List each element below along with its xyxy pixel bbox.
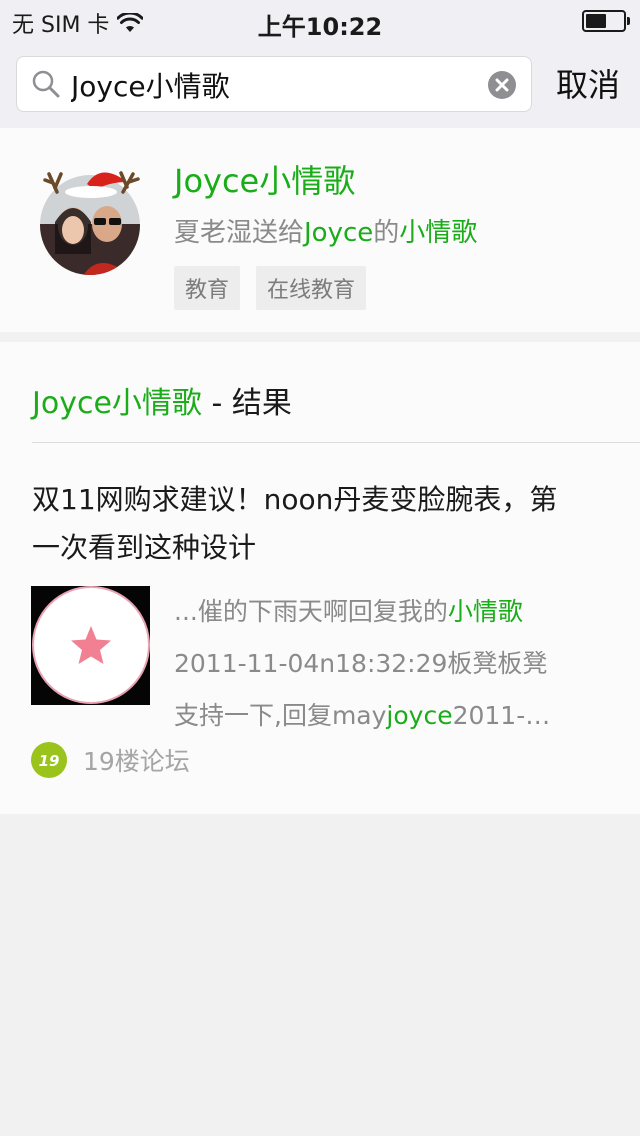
results-section: Joyce小情歌 - 结果 双11网购求建议！noon丹麦变脸腕表，第一次看到这… xyxy=(0,342,640,814)
article-title[interactable]: 双11网购求建议！noon丹麦变脸腕表，第一次看到这种设计 xyxy=(32,476,572,572)
forum-logo-text: 19 xyxy=(39,752,60,770)
search-icon xyxy=(32,70,60,98)
tag-online-education: 在线教育 xyxy=(256,266,367,310)
account-tags: 教育 在线教育 xyxy=(174,266,367,310)
article-snippet: ...催的下雨天啊回复我的小情歌 2011-11-04n18:32:29板凳板凳… xyxy=(174,586,604,742)
desc-highlight-1: Joyce xyxy=(304,218,374,248)
clear-icon[interactable] xyxy=(487,70,517,100)
article-thumbnail[interactable] xyxy=(31,586,150,705)
account-description: 夏老湿送给Joyce的小情歌 xyxy=(174,212,477,249)
snippet-line-1: ...催的下雨天啊回复我的小情歌 xyxy=(174,586,604,638)
status-bar: 无 SIM 卡 上午10:22 xyxy=(0,0,640,41)
search-box[interactable] xyxy=(16,56,532,112)
snippet-line-3-suffix: 2011-… xyxy=(452,701,551,730)
forum-logo-icon: 19 xyxy=(31,742,67,778)
results-keyword: Joyce小情歌 xyxy=(32,386,202,421)
cancel-button[interactable]: 取消 xyxy=(548,60,628,106)
battery-icon xyxy=(582,10,630,32)
snippet-line-2: 2011-11-04n18:32:29板凳板凳 xyxy=(174,649,548,678)
snippet-line-3-text: 支持一下,回复may xyxy=(174,701,387,730)
account-name: Joyce小情歌 xyxy=(174,162,356,200)
avatar[interactable] xyxy=(39,164,141,276)
snippet-line-1-text: ...催的下雨天啊回复我的 xyxy=(174,597,448,626)
divider xyxy=(32,442,640,443)
snippet-line-3: 支持一下,回复mayjoyce2011-… xyxy=(174,690,604,742)
account-card[interactable]: Joyce小情歌 夏老湿送给Joyce的小情歌 教育 在线教育 xyxy=(0,128,640,332)
search-input[interactable] xyxy=(71,67,481,103)
snippet-line-3-highlight: joyce xyxy=(386,701,453,730)
snippet-line-1-highlight: 小情歌 xyxy=(447,597,523,626)
status-time: 上午10:22 xyxy=(257,13,383,41)
results-header: Joyce小情歌 - 结果 xyxy=(32,378,292,422)
source-name: 19楼论坛 xyxy=(83,747,190,776)
tag-education: 教育 xyxy=(174,266,241,310)
desc-mid: 的 xyxy=(373,218,400,248)
article-source: 19 19楼论坛 xyxy=(31,742,190,778)
desc-highlight-2: 小情歌 xyxy=(399,218,478,248)
results-suffix: - 结果 xyxy=(201,386,292,421)
desc-prefix: 夏老湿送给 xyxy=(174,218,305,248)
search-bar: 取消 xyxy=(0,40,640,128)
